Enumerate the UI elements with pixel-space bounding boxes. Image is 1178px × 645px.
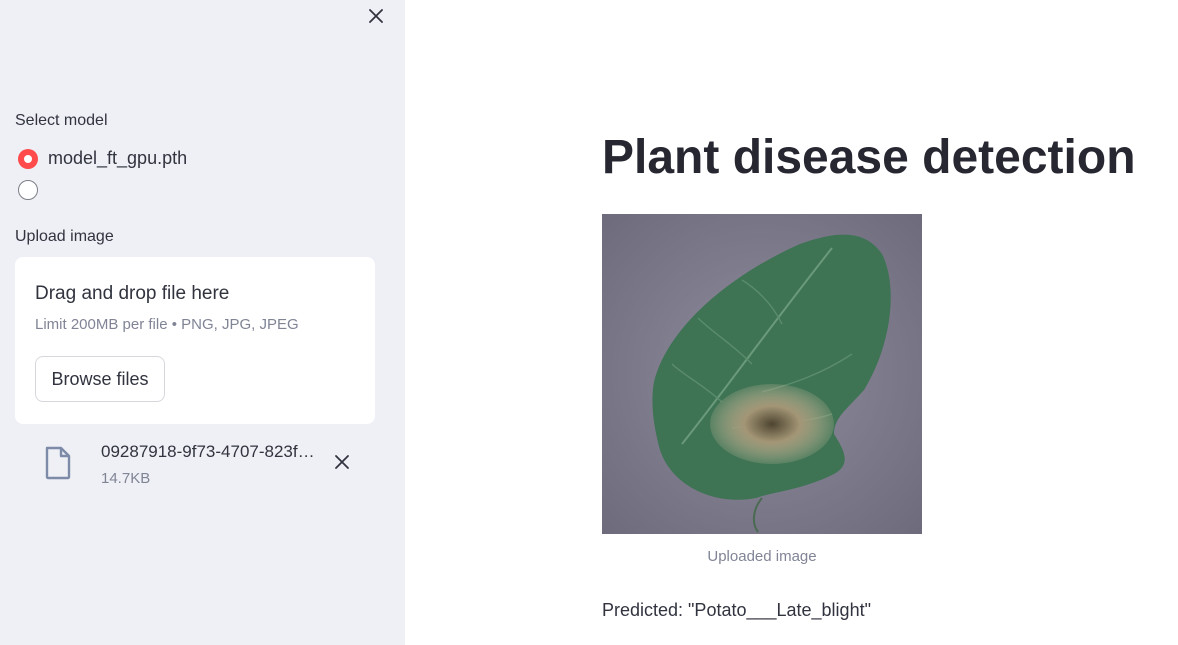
uploaded-file-name: 09287918-9f73-4707-823f… [101,442,315,461]
radio-option-model-ft-gpu[interactable]: model_ft_gpu.pth [18,148,187,169]
browse-files-button[interactable]: Browse files [35,356,165,402]
page-title: Plant disease detection [602,131,1136,184]
sidebar: Select model model_ft_gpu.pth Upload ima… [0,0,405,645]
image-caption: Uploaded image [707,548,817,565]
prediction-text: Predicted: "Potato___Late_blight" [602,600,871,620]
radio-option-2[interactable] [18,180,48,200]
uploaded-file-size: 14.7KB [101,470,151,487]
close-icon [369,9,383,23]
radio-selected-icon[interactable] [18,148,38,169]
file-dropzone[interactable]: Drag and drop file here Limit 200MB per … [15,257,375,424]
uploaded-leaf-image [602,214,922,534]
remove-file-button[interactable] [330,450,354,474]
sidebar-close-button[interactable] [364,4,388,28]
radio-unselected-icon[interactable] [18,180,38,200]
select-model-label: Select model [15,112,108,129]
close-icon [335,455,349,469]
file-icon [45,446,71,480]
dropzone-title: Drag and drop file here [35,283,230,304]
upload-image-label: Upload image [15,228,114,245]
radio-option-label: model_ft_gpu.pth [48,148,188,168]
uploaded-file-item: 09287918-9f73-4707-823f… 14.7KB [40,438,370,494]
dropzone-limit-text: Limit 200MB per file • PNG, JPG, JPEG [35,316,299,333]
